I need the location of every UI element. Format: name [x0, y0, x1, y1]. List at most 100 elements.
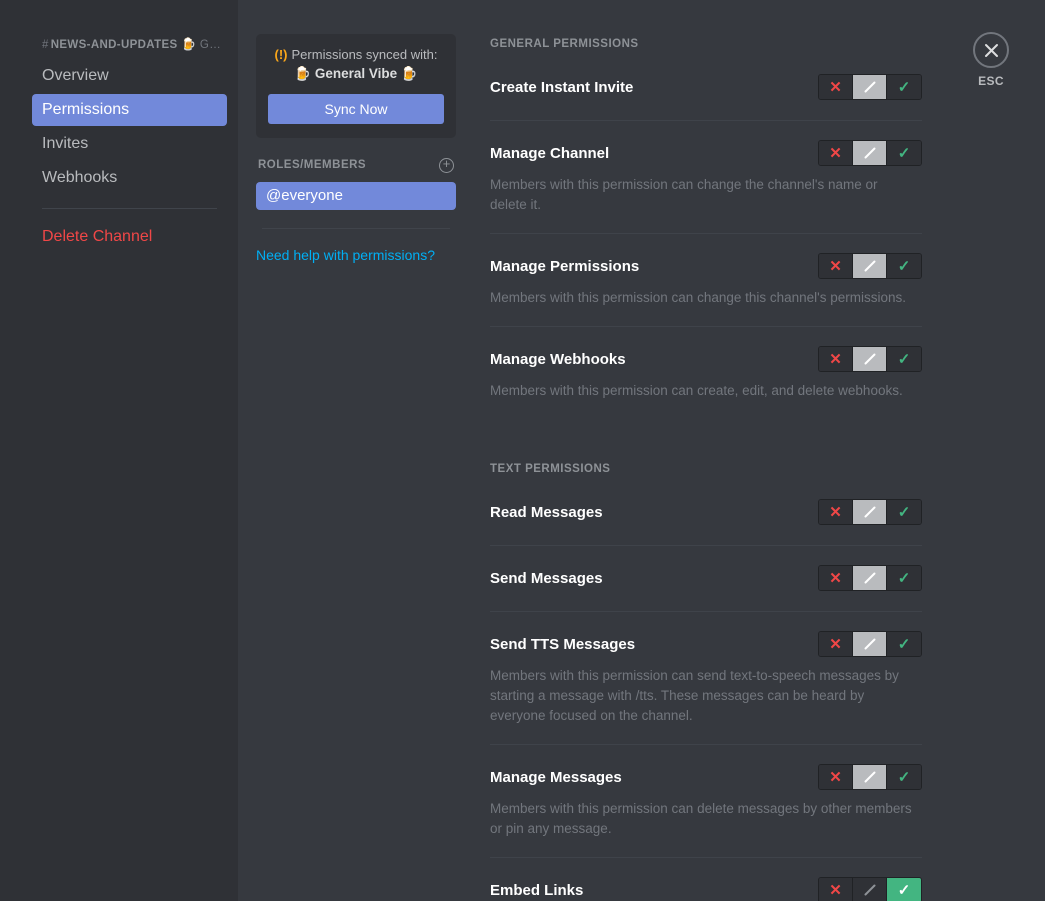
permission-description: Members with this permission can change …: [490, 290, 907, 305]
permission-description: Members with this permission can delete …: [490, 801, 912, 836]
sidebar-item-permissions[interactable]: Permissions: [32, 94, 227, 126]
check-icon: ✓: [897, 768, 911, 786]
permission-allow-button[interactable]: ✓: [887, 500, 921, 524]
permission-neutral-button[interactable]: [853, 632, 887, 656]
permission-tristate-toggle: ✕ ✓: [818, 140, 922, 166]
check-icon: ✓: [897, 881, 911, 899]
sidebar-item-invites[interactable]: Invites: [32, 128, 227, 160]
permission-deny-button[interactable]: ✕: [819, 75, 853, 99]
permission-description: Members with this permission can send te…: [490, 668, 899, 723]
sync-message-text: Permissions synced with:: [291, 47, 438, 62]
permission-row: Embed Links ✕ ✓: [490, 875, 922, 901]
permission-deny-button[interactable]: ✕: [819, 254, 853, 278]
check-icon: ✓: [897, 503, 911, 521]
permission-label: Manage Permissions: [490, 257, 640, 275]
permission-row: Manage Messages ✕ ✓ Members with this permi…: [490, 762, 922, 858]
permission-separator: [490, 857, 922, 858]
permission-header: Read Messages ✕ ✓: [490, 497, 922, 527]
cross-icon: ✕: [829, 257, 842, 275]
add-role-icon[interactable]: +: [439, 155, 454, 173]
permission-neutral-button[interactable]: [853, 141, 887, 165]
synced-role-name: 🍺 General Vibe 🍺: [294, 66, 418, 81]
permission-deny-button[interactable]: ✕: [819, 347, 853, 371]
channel-breadcrumb: # NEWS-AND-UPDATES 🍺 G…: [42, 37, 224, 51]
permission-separator: [490, 326, 922, 327]
close-settings: ESC: [961, 32, 1021, 88]
permission-section: TEXT PERMISSIONS Read Messages ✕ ✓ Send Mess…: [490, 401, 922, 901]
permission-header: Send Messages ✕ ✓: [490, 563, 922, 593]
permission-label: Embed Links: [490, 881, 584, 899]
permission-deny-button[interactable]: ✕: [819, 878, 853, 901]
slash-icon: [864, 260, 875, 272]
permission-neutral-button[interactable]: [853, 347, 887, 371]
plus-icon: +: [442, 155, 451, 171]
cross-icon: ✕: [829, 881, 842, 899]
permission-allow-button[interactable]: ✓: [887, 878, 921, 901]
permission-allow-button[interactable]: ✓: [887, 765, 921, 789]
permission-deny-button[interactable]: ✕: [819, 765, 853, 789]
permission-section-title: GENERAL PERMISSIONS: [490, 38, 639, 50]
permission-allow-button[interactable]: ✓: [887, 141, 921, 165]
check-icon: ✓: [897, 144, 911, 162]
permission-tristate-toggle: ✕ ✓: [818, 631, 922, 657]
permission-separator: [490, 545, 922, 546]
permission-label: Send TTS Messages: [490, 635, 636, 653]
permission-separator: [490, 744, 922, 745]
permission-description: Members with this permission can create,…: [490, 383, 903, 398]
permission-section-title: TEXT PERMISSIONS: [490, 463, 611, 475]
cross-icon: ✕: [829, 768, 842, 786]
permission-tristate-toggle: ✕ ✓: [818, 877, 922, 901]
close-button[interactable]: [973, 32, 1009, 68]
roles-list: @everyone: [256, 182, 456, 210]
close-icon: [984, 43, 998, 57]
permission-section: GENERAL PERMISSIONS Create Instant Invite…: [490, 0, 922, 401]
cross-icon: ✕: [829, 144, 842, 162]
permission-allow-button[interactable]: ✓: [887, 566, 921, 590]
slash-icon: [864, 353, 875, 365]
permission-allow-button[interactable]: ✓: [887, 75, 921, 99]
permission-neutral-button[interactable]: [853, 500, 887, 524]
permissions-help-link[interactable]: Need help with permissions?: [256, 247, 456, 263]
permission-neutral-button[interactable]: [853, 75, 887, 99]
cross-icon: ✕: [829, 503, 842, 521]
permission-allow-button[interactable]: ✓: [887, 347, 921, 371]
permission-tristate-toggle: ✕ ✓: [818, 499, 922, 525]
roles-panel: (!) Permissions synced with: 🍺 General Vi…: [256, 34, 456, 263]
permission-allow-button[interactable]: ✓: [887, 632, 921, 656]
permission-row: Create Instant Invite ✕ ✓: [490, 72, 922, 121]
slash-icon: [864, 506, 875, 518]
role-item-label: @everyone: [266, 187, 343, 204]
permission-allow-button[interactable]: ✓: [887, 254, 921, 278]
permission-deny-button[interactable]: ✕: [819, 141, 853, 165]
check-icon: ✓: [897, 635, 911, 653]
permission-header: Manage Messages ✕ ✓: [490, 762, 922, 792]
permissions-sync-card: (!) Permissions synced with: 🍺 General Vi…: [256, 34, 456, 138]
delete-channel-button[interactable]: Delete Channel: [32, 221, 227, 253]
sidebar-item-overview[interactable]: Overview: [32, 60, 227, 92]
permission-tristate-toggle: ✕ ✓: [818, 565, 922, 591]
channel-name-overflow: G…: [199, 39, 222, 51]
cross-icon: ✕: [829, 350, 842, 368]
permission-deny-button[interactable]: ✕: [819, 500, 853, 524]
sync-now-button[interactable]: Sync Now: [268, 94, 444, 124]
permission-label: Manage Webhooks: [490, 350, 626, 368]
cross-icon: ✕: [829, 78, 842, 96]
settings-sidebar: # NEWS-AND-UPDATES 🍺 G… Overview Permissi…: [0, 0, 238, 901]
sidebar-item-webhooks[interactable]: Webhooks: [32, 162, 227, 194]
permission-description: Members with this permission can change …: [490, 177, 878, 212]
permission-label: Read Messages: [490, 503, 603, 521]
check-icon: ✓: [897, 78, 911, 96]
permission-deny-button[interactable]: ✕: [819, 632, 853, 656]
slash-icon: [864, 638, 875, 650]
check-icon: ✓: [897, 350, 911, 368]
slash-icon: [864, 81, 875, 93]
permission-neutral-button[interactable]: [853, 566, 887, 590]
sync-message: (!) Permissions synced with: 🍺 General Vi…: [268, 46, 444, 83]
slash-icon: [864, 884, 875, 896]
permission-neutral-button[interactable]: [853, 254, 887, 278]
role-item-everyone[interactable]: @everyone: [256, 182, 456, 210]
permission-neutral-button[interactable]: [853, 878, 887, 901]
permission-neutral-button[interactable]: [853, 765, 887, 789]
warning-icon: (!): [274, 47, 288, 62]
permission-deny-button[interactable]: ✕: [819, 566, 853, 590]
